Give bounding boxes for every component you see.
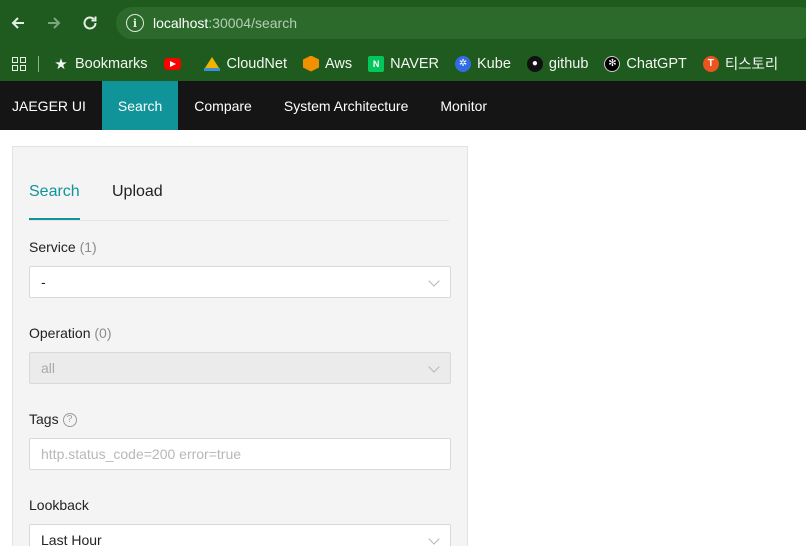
star-icon: ★ [54, 55, 68, 73]
github-icon: ● [526, 55, 543, 72]
cloudnet-icon [203, 56, 221, 72]
arrow-right-icon [48, 17, 61, 29]
browser-toolbar: i localhost:30004/search [0, 0, 806, 46]
arrow-left-icon [11, 17, 24, 29]
service-select-value: - [41, 274, 46, 290]
aws-icon [302, 55, 319, 72]
service-count: (1) [79, 239, 97, 255]
lookback-select[interactable]: Last Hour [29, 524, 451, 546]
bookmark-naver[interactable]: N NAVER [368, 55, 439, 72]
search-tabs: Search Upload [29, 147, 449, 221]
question-circle-icon[interactable]: ? [62, 412, 77, 427]
bookmark-bookmarks[interactable]: ★ Bookmarks [53, 55, 147, 73]
apps-grid-icon[interactable] [12, 56, 26, 71]
bookmark-cloudnet[interactable]: CloudNet [203, 56, 287, 72]
operation-label: Operation (0) [29, 325, 112, 341]
tab-upload[interactable]: Upload [112, 183, 163, 201]
url-text: localhost:30004/search [153, 15, 297, 31]
nav-item-system-architecture[interactable]: System Architecture [268, 81, 425, 130]
service-label: Service (1) [29, 239, 97, 255]
info-icon[interactable]: i [126, 14, 144, 32]
tab-search[interactable]: Search [29, 183, 80, 201]
search-form-panel: Search Upload Service (1) - Operation (0… [12, 146, 468, 546]
lookback-label: Lookback [29, 497, 89, 513]
chevron-down-icon [428, 275, 440, 287]
bookmark-youtube[interactable] [163, 57, 187, 70]
tistory-icon: T [702, 55, 719, 72]
lookback-select-value: Last Hour [41, 532, 102, 546]
address-bar[interactable]: i localhost:30004/search [116, 7, 806, 39]
back-button[interactable] [0, 5, 36, 41]
operation-select-value: all [41, 360, 56, 376]
bookmark-kube[interactable]: ✲ Kube [455, 55, 511, 72]
tags-label: Tags? [29, 411, 77, 427]
chevron-down-icon [428, 361, 440, 373]
naver-icon: N [368, 55, 385, 72]
bookmark-aws[interactable]: Aws [302, 55, 352, 72]
service-select[interactable]: - [29, 266, 451, 298]
bookmark-tistory[interactable]: T 티스토리 [702, 53, 778, 74]
nav-item-search[interactable]: Search [101, 81, 179, 130]
brand-logo-text[interactable]: JAEGER UI [0, 81, 102, 130]
reload-button[interactable] [72, 5, 108, 41]
kubernetes-icon: ✲ [455, 55, 472, 72]
bookmarks-bar: ★ Bookmarks CloudNet Aws N NAVER ✲ Kube … [0, 46, 806, 81]
jaeger-top-nav: JAEGER UI Search Compare System Architec… [0, 81, 806, 130]
bookmark-github[interactable]: ● github [526, 55, 588, 72]
reload-icon [83, 16, 97, 30]
nav-item-monitor[interactable]: Monitor [424, 81, 503, 130]
chevron-down-icon [428, 533, 440, 545]
active-tab-indicator [29, 218, 80, 220]
bookmarks-divider [38, 55, 39, 72]
operation-count: (0) [94, 325, 112, 341]
youtube-icon [163, 57, 181, 70]
bookmark-chatgpt[interactable]: ✻ ChatGPT [604, 55, 687, 72]
nav-item-compare[interactable]: Compare [178, 81, 268, 130]
forward-button[interactable] [36, 5, 72, 41]
chatgpt-icon: ✻ [604, 55, 621, 72]
tags-input[interactable] [29, 438, 451, 470]
operation-select[interactable]: all [29, 352, 451, 384]
